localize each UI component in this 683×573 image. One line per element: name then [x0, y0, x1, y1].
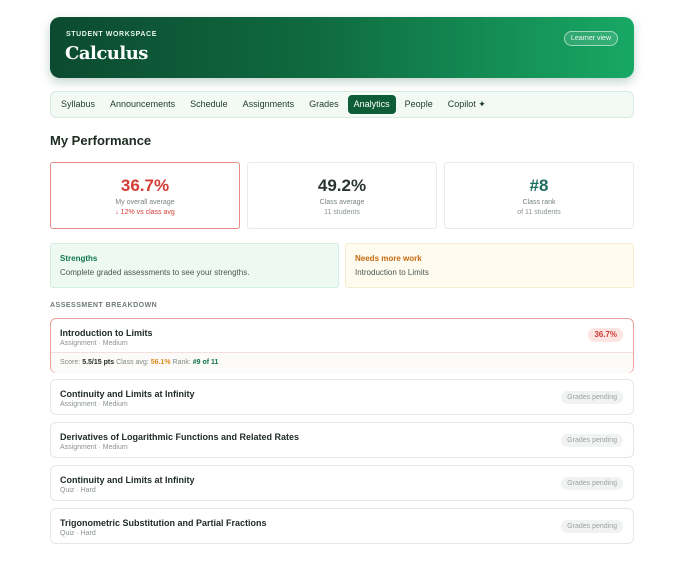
course-tabs: Syllabus Announcements Schedule Assignme… [50, 91, 634, 118]
stat-card-class-rank: #8 Class rank of 11 students [444, 162, 634, 229]
assessment-card[interactable]: Trigonometric Substitution and Partial F… [50, 508, 634, 544]
rank-value: #9 of 11 [192, 359, 219, 366]
stat-sub: of 11 students [517, 209, 561, 216]
stat-label: My overall average [115, 199, 175, 206]
course-header: STUDENT WORKSPACE Calculus Learner view [50, 17, 634, 78]
assessment-name: Continuity and Limits at Infinity [60, 475, 195, 485]
class-avg-value: 56.1% [150, 359, 171, 366]
tab-schedule[interactable]: Schedule [184, 95, 234, 114]
grades-pending-badge: Grades pending [561, 520, 623, 533]
workspace-eyebrow: STUDENT WORKSPACE [66, 31, 157, 38]
assessment-card[interactable]: Derivatives of Logarithmic Functions and… [50, 422, 634, 458]
needs-work-text: Introduction to Limits [355, 268, 429, 277]
stat-value: #8 [529, 176, 549, 195]
strengths-text: Complete graded assessments to see your … [60, 268, 250, 277]
grades-pending-badge: Grades pending [561, 477, 623, 490]
assessment-name: Trigonometric Substitution and Partial F… [60, 518, 267, 528]
assessment-card[interactable]: Continuity and Limits at Infinity Quiz ·… [50, 465, 634, 501]
stat-value: 49.2% [317, 176, 367, 195]
assessment-name: Continuity and Limits at Infinity [60, 389, 195, 399]
stat-label: Class rank [522, 199, 556, 206]
assessment-meta: Quiz · Hard [60, 530, 96, 537]
assessment-meta: Assignment · Medium [60, 444, 128, 451]
stat-value: 36.7% [120, 176, 170, 195]
rank-label: Rank: [172, 359, 191, 366]
strengths-panel: Strengths Complete graded assessments to… [50, 243, 339, 288]
needs-work-title: Needs more work [355, 254, 422, 263]
stat-card-class-average: 49.2% Class average 11 students [247, 162, 437, 229]
tab-assignments[interactable]: Assignments [237, 95, 301, 114]
stat-label: Class average [319, 199, 365, 206]
tab-grades[interactable]: Grades [303, 95, 345, 114]
assessment-meta: Assignment · Medium [60, 340, 128, 347]
assessment-meta: Assignment · Medium [60, 401, 128, 408]
stat-card-my-average: 36.7% My overall average ↓ 12% vs class … [50, 162, 240, 229]
breakdown-title: ASSESSMENT BREAKDOWN [50, 302, 158, 309]
tab-announcements[interactable]: Announcements [104, 95, 181, 114]
grades-pending-badge: Grades pending [561, 391, 623, 404]
needs-work-panel: Needs more work Introduction to Limits [345, 243, 634, 288]
tab-people[interactable]: People [399, 95, 439, 114]
tab-syllabus[interactable]: Syllabus [55, 95, 101, 114]
tab-analytics[interactable]: Analytics [347, 95, 396, 114]
assessment-name: Derivatives of Logarithmic Functions and… [60, 432, 300, 442]
class-avg-label: Class avg: [116, 359, 149, 366]
learner-view-button[interactable]: Learner view [563, 31, 618, 46]
section-title: My Performance [50, 133, 152, 148]
assessment-name: Introduction to Limits [60, 328, 153, 338]
assessment-card-expanded[interactable]: Introduction to Limits Assignment · Medi… [50, 318, 634, 373]
assessment-details: Score: 5.5/15 pts Class avg: 56.1% Rank:… [51, 352, 633, 373]
stat-sub: 11 students [324, 209, 360, 216]
stat-comparison: ↓ 12% vs class avg [115, 209, 175, 216]
course-title: Calculus [65, 43, 148, 64]
score-label: Score: [60, 359, 81, 366]
score-value: 5.5/15 pts [82, 359, 115, 366]
assessment-meta: Quiz · Hard [60, 487, 96, 494]
tab-copilot[interactable]: Copilot ✦ [442, 95, 492, 114]
strengths-title: Strengths [60, 254, 98, 263]
score-badge: 36.7% [588, 328, 623, 342]
assessment-card[interactable]: Continuity and Limits at Infinity Assign… [50, 379, 634, 415]
grades-pending-badge: Grades pending [561, 434, 623, 447]
